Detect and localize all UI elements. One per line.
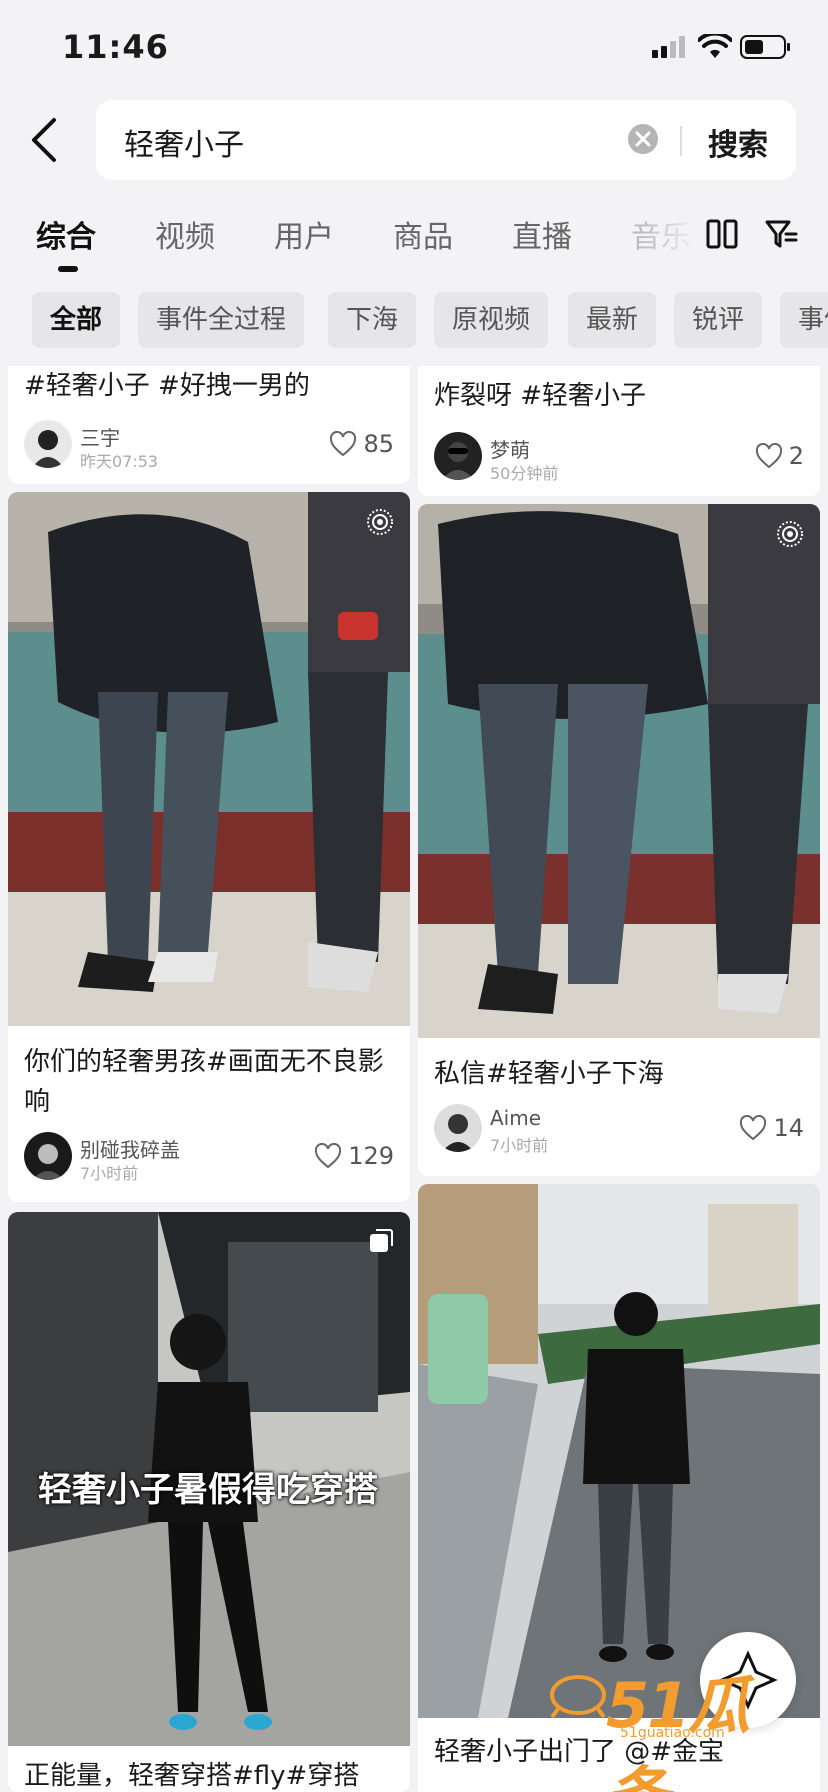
card-author[interactable]: 三宇 [80, 422, 120, 451]
search-query-text[interactable]: 轻奢小子 [124, 120, 244, 164]
feed-card[interactable]: 轻奢小子暑假得吃穿搭 正能量，轻奢穿搭#fly#穿搭 [8, 1212, 410, 1792]
card-time: 昨天07:53 [80, 452, 159, 471]
category-tabs: 综合 视频 用户 商品 直播 音乐 [0, 206, 828, 276]
like-button[interactable]: 85 [329, 430, 394, 458]
feed-card[interactable]: 炸裂呀 #轻奢小子 梦萌 50分钟前 2 [418, 366, 820, 496]
card-title: 炸裂呀 #轻奢小子 [434, 381, 647, 411]
card-title: 你们的轻奢男孩#画面无不良影响 [24, 1047, 384, 1117]
like-button[interactable]: 2 [755, 442, 804, 470]
like-count: 85 [363, 430, 394, 458]
search-bar: 轻奢小子 搜索 [0, 98, 828, 182]
live-photo-icon [777, 521, 803, 547]
avatar[interactable] [434, 432, 482, 480]
card-time: 7小时前 [490, 1136, 549, 1155]
tab-live[interactable]: 直播 [512, 212, 572, 256]
signal-icon [652, 36, 685, 58]
feed-card[interactable]: 你们的轻奢男孩#画面无不良影响 别碰我碎盖 7小时前 129 [8, 492, 410, 1202]
like-button[interactable]: 14 [739, 1114, 804, 1142]
tab-indicator [58, 266, 78, 272]
filter-chips: 全部 事件全过程 下海 原视频 最新 锐评 事件 [0, 290, 828, 350]
tab-users[interactable]: 用户 [274, 212, 334, 256]
chip-review[interactable]: 锐评 [674, 292, 763, 348]
multi-image-icon [370, 1229, 393, 1252]
like-count: 129 [348, 1142, 394, 1170]
heart-icon [315, 1143, 342, 1169]
watermark-brand: 51瓜条 [606, 1669, 750, 1792]
card-title: 正能量，轻奢穿搭#fly#穿搭 [24, 1761, 360, 1791]
card-title: #轻奢小子 #好拽一男的 [24, 371, 310, 401]
heart-icon [740, 1115, 767, 1141]
chip-all[interactable]: 全部 [32, 292, 121, 348]
wifi-icon [698, 34, 732, 58]
feed-card[interactable]: 私信#轻奢小子下海 Aime 7小时前 14 [418, 504, 820, 1176]
chip-latest[interactable]: 最新 [568, 292, 657, 348]
card-time: 7小时前 [80, 1164, 139, 1183]
card-author[interactable]: 别碰我碎盖 [80, 1134, 180, 1163]
tab-video[interactable]: 视频 [155, 212, 215, 256]
watermark-site: 51guatiao.com [620, 1725, 725, 1741]
watermark: 51瓜条 51guatiao.com [548, 1655, 808, 1792]
chip-event[interactable]: 事件 [780, 292, 828, 348]
card-title: 私信#轻奢小子下海 [434, 1059, 664, 1089]
battery-icon [740, 35, 790, 59]
heart-icon [755, 443, 782, 469]
tab-fade [640, 206, 700, 266]
like-button[interactable]: 129 [314, 1142, 394, 1170]
layout-toggle-icon[interactable] [706, 218, 738, 250]
like-count: 14 [773, 1114, 804, 1142]
cover-overlay-text: 轻奢小子暑假得吃穿搭 [38, 1470, 378, 1510]
card-author[interactable]: 梦萌 [490, 434, 530, 463]
avatar[interactable] [434, 1104, 482, 1152]
tab-all[interactable]: 综合 [36, 212, 96, 256]
avatar[interactable] [24, 1132, 72, 1180]
card-time: 50分钟前 [490, 464, 559, 483]
card-cover-image[interactable] [8, 492, 410, 1026]
status-bar: 11:46 [0, 0, 828, 90]
live-photo-icon [367, 509, 393, 535]
clear-icon[interactable] [626, 122, 660, 156]
search-divider [680, 126, 682, 156]
filter-icon[interactable] [764, 218, 798, 250]
search-button[interactable]: 搜索 [708, 120, 768, 164]
chip-full-event[interactable]: 事件全过程 [138, 292, 305, 348]
search-input[interactable]: 轻奢小子 搜索 [96, 100, 796, 180]
chip-xiahai[interactable]: 下海 [328, 292, 417, 348]
card-author[interactable]: Aime [490, 1106, 541, 1130]
avatar[interactable] [24, 420, 72, 468]
chip-original-video[interactable]: 原视频 [434, 292, 549, 348]
feed-card[interactable]: #轻奢小子 #好拽一男的 三宇 昨天07:53 85 [8, 366, 410, 484]
like-count: 2 [788, 442, 804, 470]
heart-icon [330, 431, 357, 457]
card-cover-image[interactable] [418, 504, 820, 1038]
watermark-logo [550, 1675, 606, 1719]
tab-products[interactable]: 商品 [393, 212, 453, 256]
card-cover-image[interactable]: 轻奢小子暑假得吃穿搭 [8, 1212, 410, 1746]
back-arrow-icon[interactable] [26, 114, 66, 166]
status-time: 11:46 [62, 28, 169, 66]
